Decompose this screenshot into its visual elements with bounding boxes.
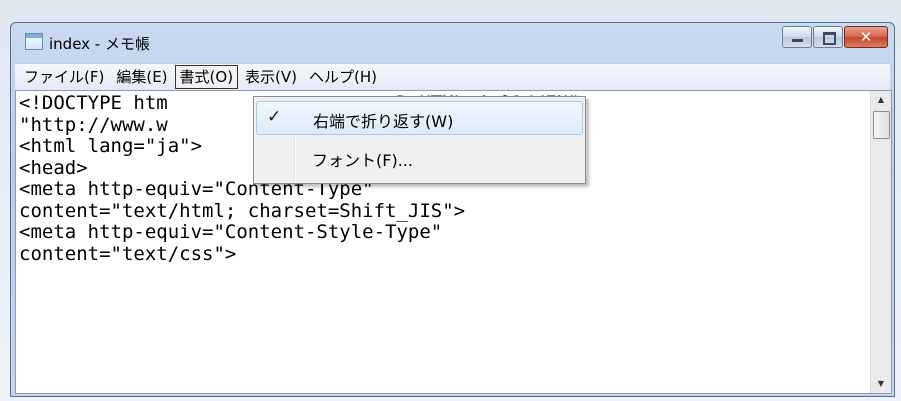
- menu-item-label: 右端で折り返す(W): [313, 112, 454, 131]
- close-button[interactable]: ✕: [844, 26, 888, 48]
- scrollbar-thumb[interactable]: [873, 111, 890, 139]
- notepad-app-icon[interactable]: [25, 33, 43, 50]
- menu-edit[interactable]: 編集(E): [111, 65, 172, 89]
- menu-file[interactable]: ファイル(F): [19, 65, 109, 89]
- scroll-down-arrow-icon[interactable]: ▼: [871, 375, 891, 393]
- menu-item-font[interactable]: フォント(F)...: [256, 141, 583, 175]
- editor-line: content="text/html; charset=Shift_JIS">: [19, 199, 466, 222]
- format-menu-dropdown: ✓ 右端で折り返す(W) フォント(F)...: [253, 96, 586, 184]
- editor-line: <meta http-equiv="Content-Style-Type": [19, 221, 443, 243]
- menu-item-word-wrap[interactable]: ✓ 右端で折り返す(W): [256, 101, 583, 135]
- menu-view[interactable]: 表示(V): [240, 65, 302, 89]
- checkmark-icon: ✓: [267, 107, 282, 127]
- menu-item-label: フォント(F)...: [312, 151, 413, 170]
- title-bar[interactable]: index - メモ帳 ✕: [11, 23, 894, 61]
- caption-buttons: ✕: [781, 26, 888, 48]
- window-title: index - メモ帳: [49, 35, 150, 53]
- scroll-up-arrow-icon[interactable]: ▲: [871, 91, 891, 109]
- vertical-scrollbar[interactable]: ▲ ▼: [870, 91, 891, 393]
- editor-line: content="text/css">: [19, 242, 237, 265]
- close-icon: ✕: [859, 28, 873, 46]
- menu-help[interactable]: ヘルプ(H): [304, 65, 382, 89]
- menu-format[interactable]: 書式(O): [174, 65, 239, 89]
- maximize-button[interactable]: [813, 26, 843, 48]
- menu-bar: ファイル(F) 編集(E) 書式(O) 表示(V) ヘルプ(H): [15, 63, 890, 90]
- notepad-window: index - メモ帳 ✕ ファイル(F) 編集(E) 書式(O) 表示(V) …: [10, 22, 895, 397]
- minimize-button[interactable]: [782, 26, 812, 48]
